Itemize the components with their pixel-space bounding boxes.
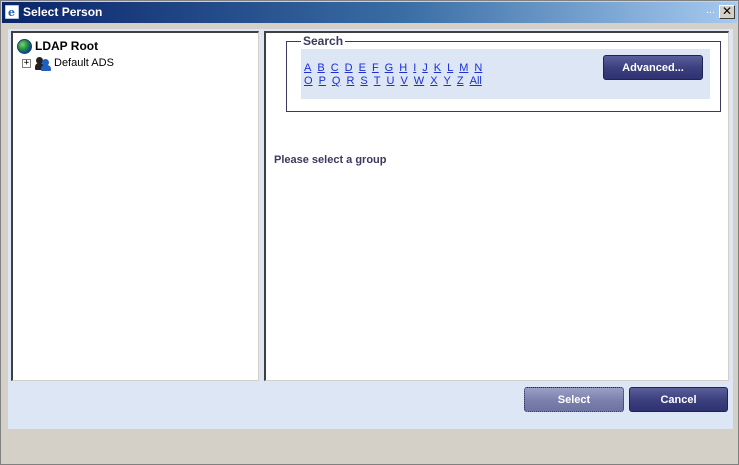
more-indicator: ... [705, 4, 715, 16]
letter-link-l[interactable]: L [447, 62, 453, 74]
tree-node-ldap-root[interactable]: LDAP Root [17, 38, 98, 54]
letter-link-g[interactable]: G [385, 62, 394, 74]
letter-link-y[interactable]: Y [444, 75, 451, 87]
search-box: A B C D E F G H I J K L M N O P Q R S T … [301, 49, 710, 99]
dialog-client-area: LDAP Root + Default ADS Search A B C D E… [8, 29, 733, 429]
letter-links-row-2: O P Q R S T U V W X Y Z All [304, 75, 488, 87]
letter-link-u[interactable]: U [387, 75, 395, 87]
letter-link-all[interactable]: All [470, 75, 482, 87]
letter-link-w[interactable]: W [414, 75, 424, 87]
letter-link-x[interactable]: X [430, 75, 437, 87]
cancel-button[interactable]: Cancel [629, 387, 728, 412]
letter-link-e[interactable]: E [359, 62, 366, 74]
letter-link-a[interactable]: A [304, 62, 311, 74]
letter-link-s[interactable]: S [360, 75, 367, 87]
letter-link-t[interactable]: T [374, 75, 381, 87]
advanced-search-button[interactable]: Advanced... [603, 55, 703, 80]
letter-link-b[interactable]: B [317, 62, 324, 74]
letter-link-p[interactable]: P [319, 75, 326, 87]
letter-link-j[interactable]: J [422, 62, 428, 74]
status-message: Please select a group [274, 154, 387, 166]
letter-link-d[interactable]: D [345, 62, 353, 74]
expand-plus-icon[interactable]: + [22, 58, 31, 68]
letter-link-c[interactable]: C [331, 62, 339, 74]
close-icon: ✕ [721, 4, 733, 18]
search-legend: Search [301, 34, 346, 48]
letter-link-r[interactable]: R [346, 75, 354, 87]
user-group-icon [35, 56, 51, 71]
tree-node-label: Default ADS [54, 57, 114, 69]
results-panel: Search A B C D E F G H I J K L M N O P Q… [264, 31, 729, 381]
search-group: Search A B C D E F G H I J K L M N O P Q… [286, 34, 721, 112]
letter-link-z[interactable]: Z [457, 75, 464, 87]
letter-links-row-1: A B C D E F G H I J K L M N [304, 62, 488, 74]
letter-link-f[interactable]: F [372, 62, 379, 74]
letter-link-n[interactable]: N [474, 62, 482, 74]
directory-tree-panel: LDAP Root + Default ADS [11, 31, 259, 381]
letter-link-v[interactable]: V [400, 75, 407, 87]
select-person-dialog: e Select Person ... ✕ LDAP Root + Defaul… [0, 0, 739, 465]
letter-link-k[interactable]: K [434, 62, 441, 74]
close-button[interactable]: ✕ [719, 5, 735, 19]
letter-link-m[interactable]: M [459, 62, 468, 74]
letter-link-o[interactable]: O [304, 75, 313, 87]
letter-link-q[interactable]: Q [332, 75, 341, 87]
tree-node-label: LDAP Root [35, 39, 99, 53]
window-title: Select Person [23, 5, 103, 19]
select-button[interactable]: Select [524, 387, 624, 412]
svg-text:e: e [8, 6, 15, 19]
globe-icon [17, 38, 32, 54]
letter-link-i[interactable]: I [413, 62, 416, 74]
internet-explorer-icon: e [5, 5, 19, 19]
tree-node-default-ads[interactable]: + Default ADS [22, 55, 114, 71]
letter-link-h[interactable]: H [399, 62, 407, 74]
title-bar[interactable]: e Select Person ... ✕ [2, 2, 737, 23]
